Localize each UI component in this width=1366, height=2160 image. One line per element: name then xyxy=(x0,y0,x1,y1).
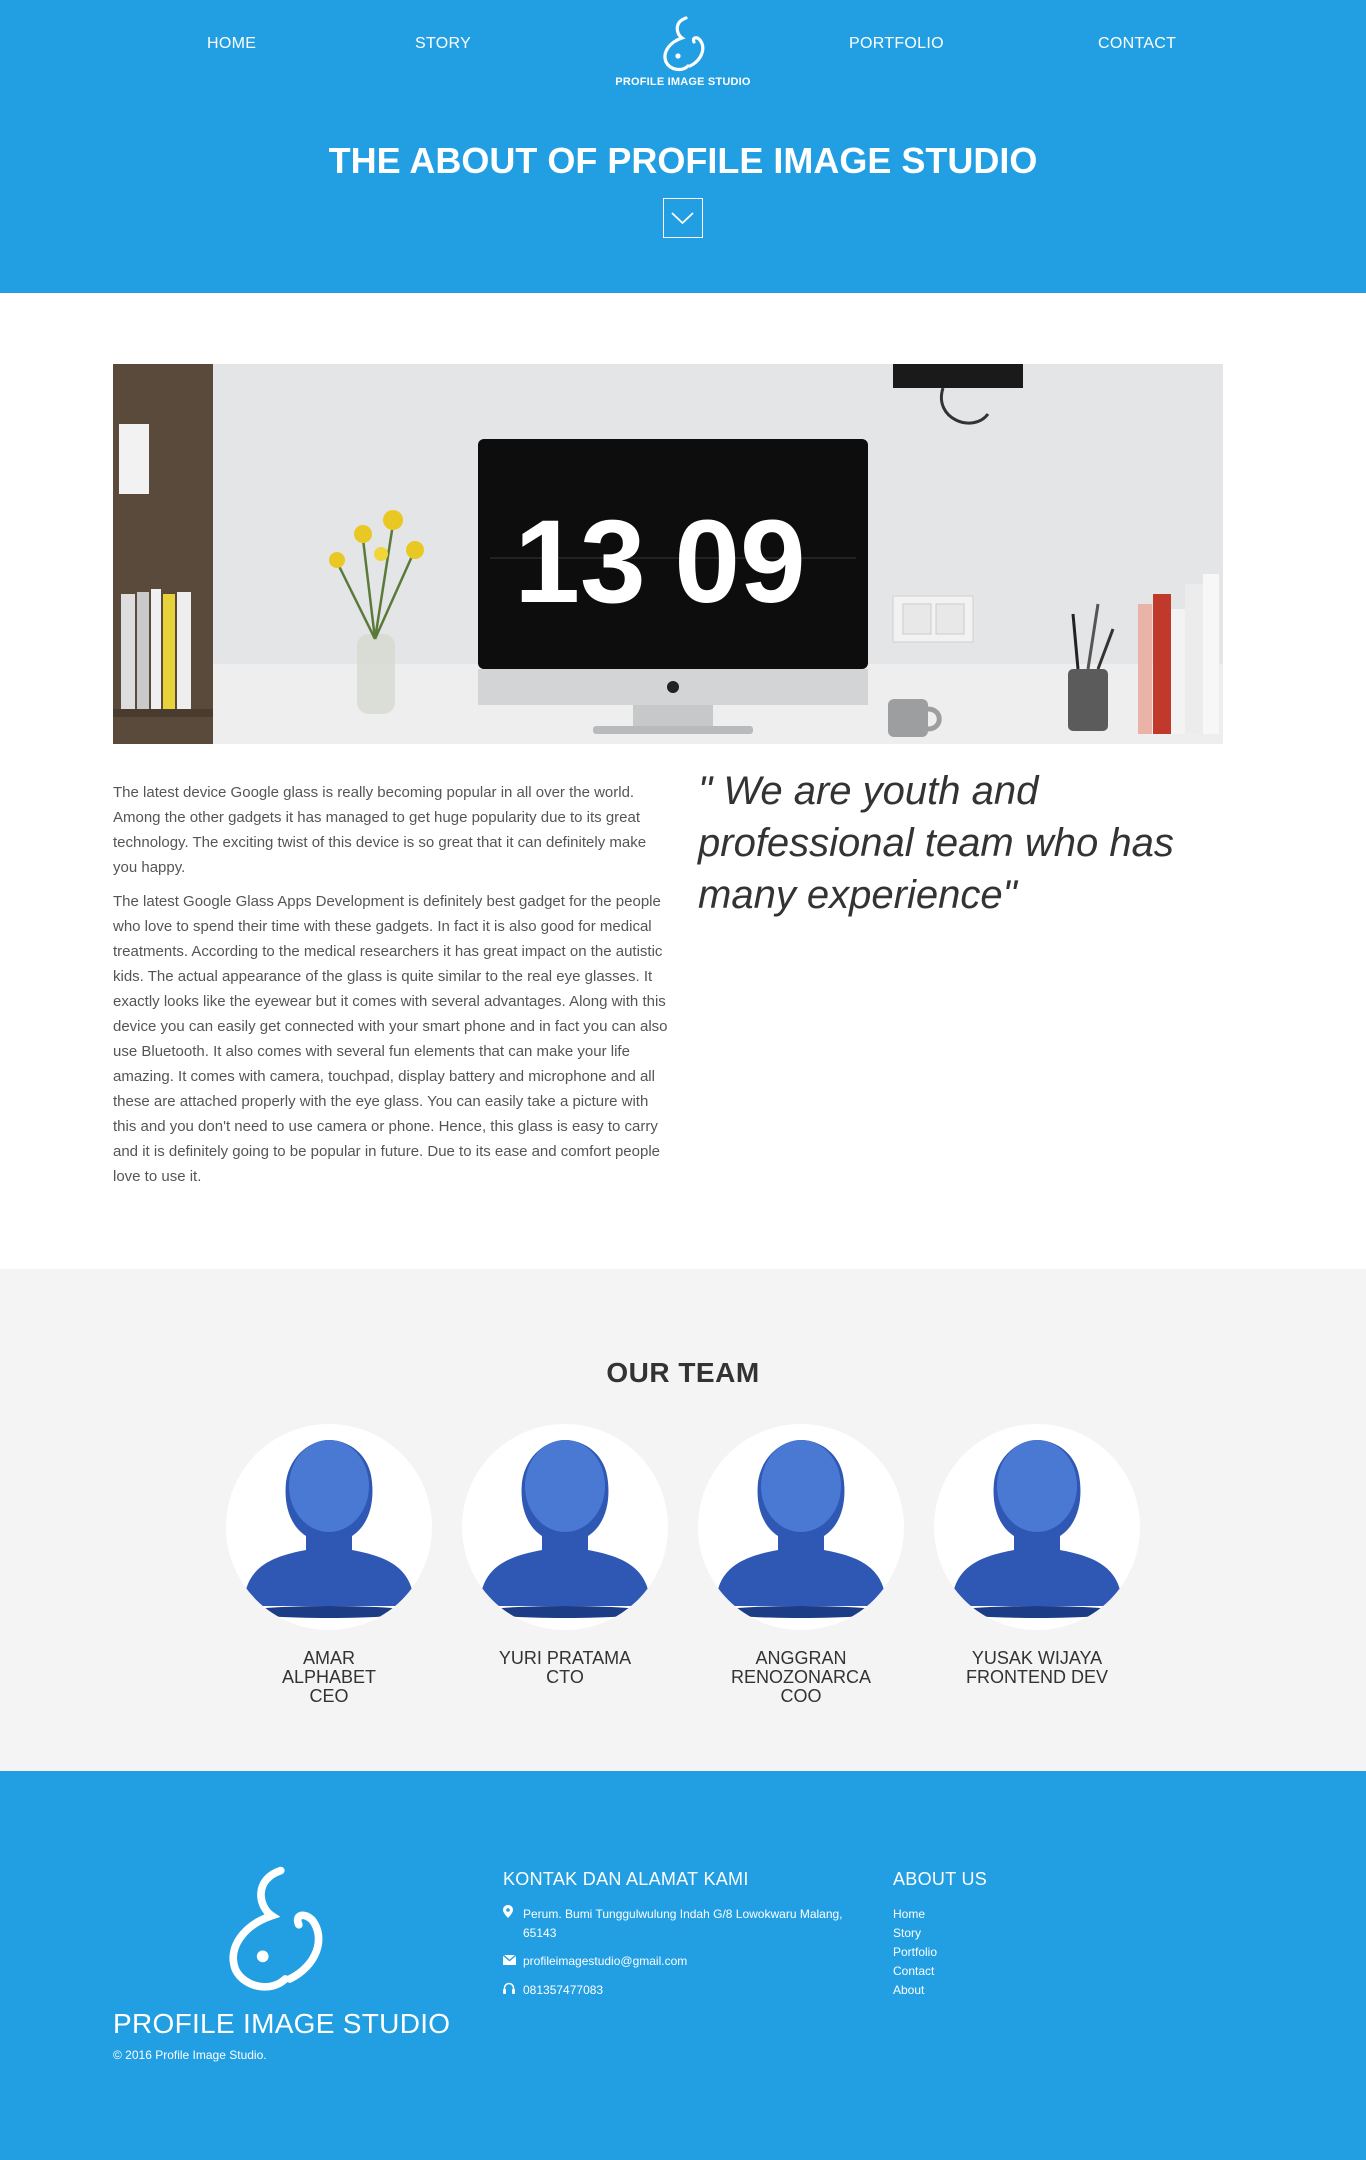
footer-link-about[interactable]: About xyxy=(893,1981,937,2000)
team-member-role: COO xyxy=(780,1686,822,1706)
nav-contact[interactable]: CONTACT xyxy=(1098,35,1176,53)
user-silhouette-icon xyxy=(480,1440,650,1618)
avatar xyxy=(462,1424,668,1630)
avatar xyxy=(698,1424,904,1630)
about-hero-image: 13 09 xyxy=(113,364,1223,744)
nav-portfolio[interactable]: PORTFOLIO xyxy=(849,35,944,53)
about-paragraph-2: The latest Google Glass Apps Development… xyxy=(113,893,668,1185)
contact-address-text: Perum. Bumi Tunggulwulung Indah G/8 Lowo… xyxy=(523,1907,843,1940)
desk-photo-illustration: 13 09 xyxy=(113,364,1223,744)
contact-address: Perum. Bumi Tunggulwulung Indah G/8 Lowo… xyxy=(503,1905,873,1943)
contact-email[interactable]: profileimagestudio@gmail.com xyxy=(502,1952,688,1971)
copyright: © 2016 Profile Image Studio. xyxy=(113,2048,267,2062)
brand-logo-link[interactable]: PROFILE IMAGE STUDIO xyxy=(600,12,766,88)
contact-phone-text: 081357477083 xyxy=(523,1983,604,1997)
team-member-name: YUSAK WIJAYA xyxy=(971,1648,1103,1668)
contact-email-text: profileimagestudio@gmail.com xyxy=(523,1954,688,1968)
clock-hours-text: 13 xyxy=(514,496,645,628)
contact-title: KONTAK DAN ALAMAT KAMI xyxy=(503,1869,749,1889)
footer-link-story[interactable]: Story xyxy=(893,1924,937,1943)
team-member: YUSAK WIJAYA FRONTEND DEV xyxy=(934,1424,1140,1687)
scroll-down-button[interactable] xyxy=(663,198,703,238)
team-member-name: AMAR ALPHABET xyxy=(281,1648,377,1687)
brand-name: PROFILE IMAGE STUDIO xyxy=(615,76,751,88)
clock-minutes-text: 09 xyxy=(674,496,805,628)
about-quote: " We are youth and professional team who… xyxy=(698,769,1174,917)
page-title: THE ABOUT OF PROFILE IMAGE STUDIO xyxy=(0,140,1366,182)
about-paragraph-1: The latest device Google glass is really… xyxy=(113,784,647,876)
footer-link-contact[interactable]: Contact xyxy=(893,1962,937,1981)
user-silhouette-icon xyxy=(952,1440,1122,1618)
envelope-icon xyxy=(502,1952,523,1971)
footer-link-portfolio[interactable]: Portfolio xyxy=(893,1943,937,1962)
team-title: OUR TEAM xyxy=(606,1357,760,1388)
team-member-name: YURI PRATAMA xyxy=(498,1648,632,1668)
nav-home[interactable]: HOME xyxy=(207,35,256,53)
user-silhouette-icon xyxy=(716,1440,886,1618)
headset-icon xyxy=(503,1981,523,2000)
page-title-pre: THE xyxy=(328,140,410,181)
team-member: AMAR ALPHABET CEO xyxy=(226,1424,432,1706)
team-member-role: FRONTEND DEV xyxy=(965,1667,1108,1687)
about-text: The latest device Google glass is really… xyxy=(113,780,668,1189)
site-footer: PROFILE IMAGE STUDIO © 2016 Profile Imag… xyxy=(0,1771,1366,2160)
team-member-role: CTO xyxy=(546,1667,584,1687)
chevron-down-icon xyxy=(671,212,694,225)
profile-image-studio-logo-icon xyxy=(663,16,705,72)
footer-logo-icon xyxy=(229,1866,323,1991)
team-member: ANGGRAN RENOZONARCA COO xyxy=(698,1424,904,1706)
footer-brand-name: PROFILE IMAGE STUDIO xyxy=(113,2008,451,2039)
page-title-bold: ABOUT xyxy=(409,140,538,181)
team-member-role: CEO xyxy=(309,1686,349,1706)
team-section: OUR TEAM AMAR ALPHABET CEO YURI PRATAMA … xyxy=(0,1269,1366,1771)
avatar xyxy=(226,1424,432,1630)
map-pin-icon xyxy=(503,1905,523,1943)
page-title-post: OF PROFILE IMAGE STUDIO xyxy=(537,140,1038,181)
contact-phone[interactable]: 081357477083 xyxy=(503,1981,603,2000)
team-member: YURI PRATAMA CTO xyxy=(462,1424,668,1687)
nav-story[interactable]: STORY xyxy=(415,35,471,53)
team-member-name: ANGGRAN RENOZONARCA xyxy=(730,1648,871,1687)
about-us-title: ABOUT US xyxy=(893,1869,988,1889)
footer-link-home[interactable]: Home xyxy=(893,1905,937,1924)
site-header: HOME STORY PROFILE IMAGE STUDIO PORTFOLI… xyxy=(0,0,1366,293)
about-us-links: Home Story Portfolio Contact About xyxy=(893,1905,937,2000)
user-silhouette-icon xyxy=(244,1440,414,1618)
avatar xyxy=(934,1424,1140,1630)
